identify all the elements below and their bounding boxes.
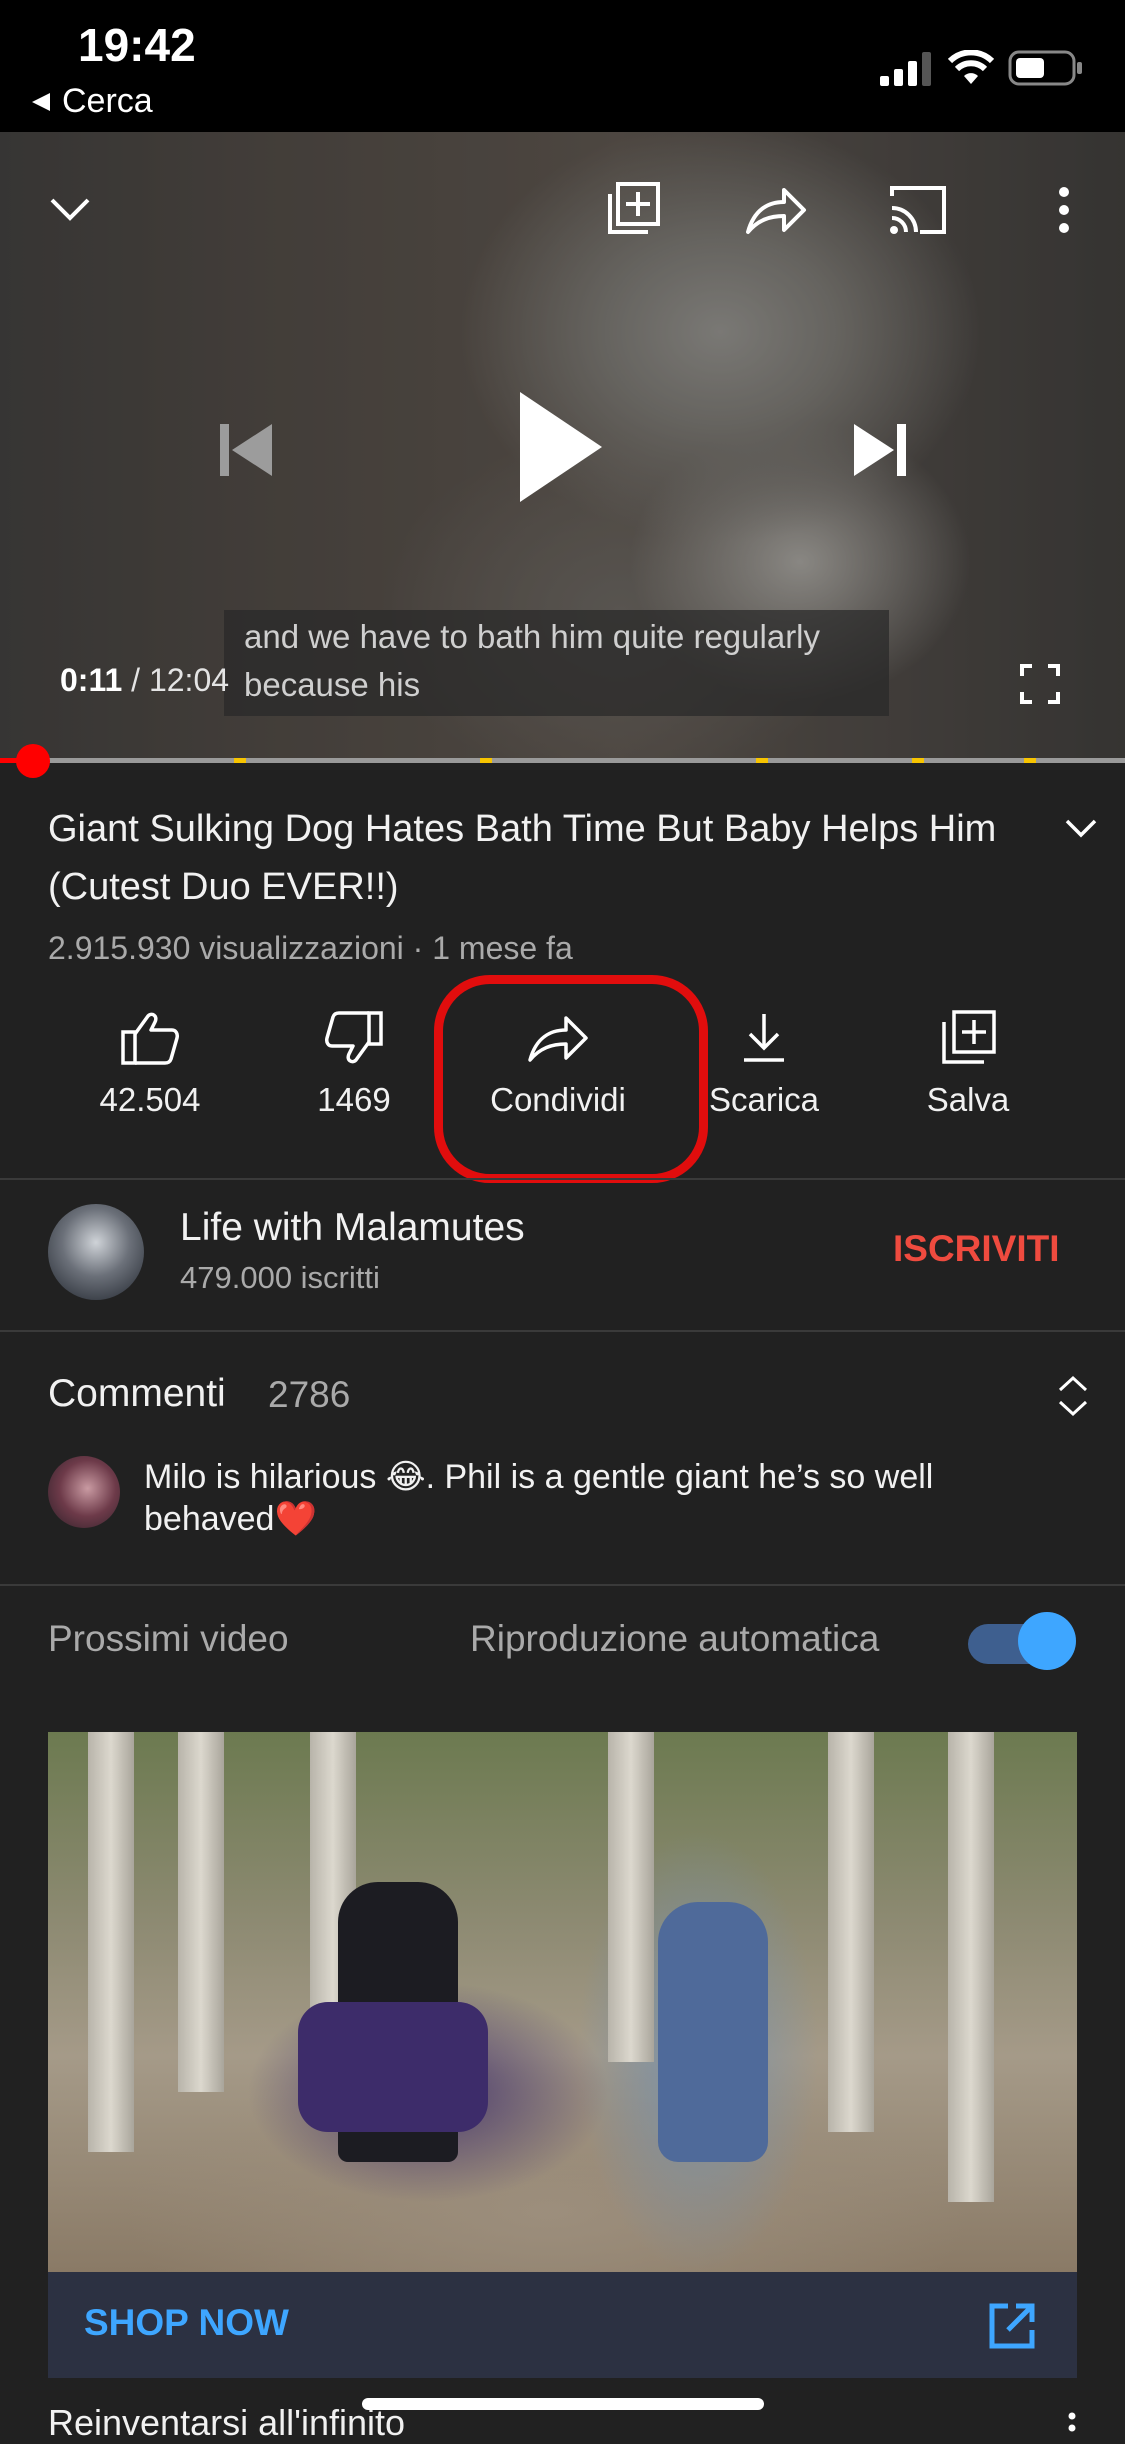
thumbnail-pillar	[88, 1732, 134, 2152]
person-skirt	[298, 2002, 488, 2132]
download-icon	[744, 1014, 784, 1062]
cast-icon[interactable]	[886, 182, 950, 236]
share-icon[interactable]	[744, 184, 808, 236]
comments-count: 2786	[268, 1374, 351, 1415]
battery-icon	[1008, 50, 1082, 86]
up-next-title: Prossimi video	[48, 1618, 289, 1659]
dislike-button[interactable]: 1469	[264, 1010, 444, 1119]
home-indicator	[362, 2398, 764, 2410]
fullscreen-icon[interactable]	[1020, 664, 1060, 704]
signal-icon	[880, 52, 931, 86]
back-label: Cerca	[62, 82, 153, 120]
channel-name[interactable]: Life with Malamutes	[180, 1206, 525, 1250]
video-player[interactable]: and we have to bath him quite regularly …	[0, 132, 1125, 760]
add-to-playlist-icon[interactable]	[604, 180, 662, 238]
previous-icon[interactable]	[216, 420, 276, 480]
save-button[interactable]: Salva	[878, 1010, 1058, 1119]
minimize-chevron-icon[interactable]	[48, 194, 92, 224]
shop-now-button[interactable]: SHOP NOW	[84, 2302, 289, 2344]
subscribe-button[interactable]: ISCRIVITI	[893, 1228, 1060, 1270]
play-icon[interactable]	[516, 388, 606, 506]
status-time: 19:42	[78, 19, 196, 71]
progress-scrubber[interactable]	[16, 744, 50, 778]
divider	[0, 1584, 1125, 1586]
add-to-playlist-icon	[942, 1010, 996, 1064]
like-count: 42.504	[99, 1081, 201, 1118]
ad-marker	[234, 758, 246, 763]
person-figure	[658, 1902, 768, 2162]
thumbs-down-icon	[325, 1011, 383, 1064]
autoplay-label: Riproduzione automatica	[470, 1618, 880, 1659]
thumbnail-pillar	[948, 1732, 994, 2202]
time-display: 0:11 / 12:04	[60, 662, 229, 699]
progress-bar[interactable]	[0, 758, 1125, 763]
next-video-title[interactable]: Reinventarsi all'infinito	[48, 2402, 405, 2444]
ad-marker	[756, 758, 768, 763]
video-title[interactable]: Giant Sulking Dog Hates Bath Time But Ba…	[48, 800, 1008, 916]
ad-thumbnail[interactable]	[48, 1732, 1077, 2272]
ad-marker	[480, 758, 492, 763]
thumbs-up-icon	[121, 1012, 179, 1065]
caption-line: because his	[244, 666, 421, 703]
commenter-avatar	[48, 1456, 120, 1528]
expand-description-icon[interactable]	[1064, 818, 1098, 840]
thumbnail-pillar	[178, 1732, 224, 2092]
more-options-icon[interactable]	[1054, 184, 1074, 236]
top-comment[interactable]: Milo is hilarious 😂. Phil is a gentle gi…	[144, 1456, 1044, 1540]
ad-marker	[1024, 758, 1036, 763]
caption-line: and we have to bath him quite regularly	[244, 618, 821, 655]
channel-avatar[interactable]	[48, 1204, 144, 1300]
divider	[0, 1178, 1125, 1180]
back-to-search[interactable]: Cerca	[30, 82, 153, 121]
comments-title[interactable]: Commenti	[48, 1372, 226, 1416]
video-meta: 2.915.930 visualizzazioni · 1 mese fa	[48, 930, 573, 966]
shop-now-bar[interactable]: SHOP NOW	[48, 2272, 1077, 2378]
current-time: 0:11	[60, 662, 123, 698]
subscriber-count: 479.000 iscritti	[180, 1260, 380, 1295]
next-icon[interactable]	[850, 420, 910, 480]
captions: and we have to bath him quite regularly …	[224, 610, 889, 716]
divider	[0, 1330, 1125, 1332]
thumbnail-pillar	[608, 1732, 654, 2062]
save-label: Salva	[926, 1081, 1010, 1118]
thumbnail-pillar	[828, 1732, 874, 2132]
more-options-icon[interactable]	[1066, 2412, 1078, 2436]
like-button[interactable]: 42.504	[60, 1010, 240, 1119]
ad-marker	[912, 758, 924, 763]
share-highlight-annotation	[434, 975, 708, 1183]
status-bar: 19:42 Cerca	[0, 0, 1125, 132]
external-link-icon[interactable]	[988, 2302, 1036, 2350]
dislike-count: 1469	[317, 1081, 391, 1118]
wifi-icon	[948, 50, 994, 84]
autoplay-toggle-knob[interactable]	[1018, 1612, 1076, 1670]
duration: / 12:04	[131, 662, 230, 698]
expand-comments-icon[interactable]	[1056, 1374, 1090, 1418]
back-triangle-icon	[32, 92, 50, 111]
